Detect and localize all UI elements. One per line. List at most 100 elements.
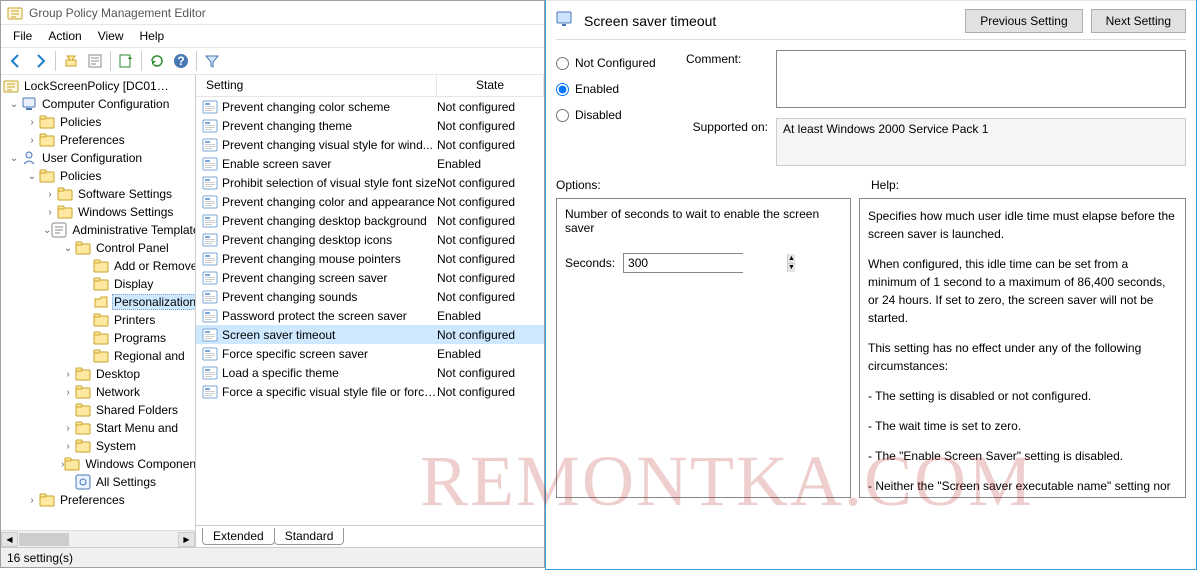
menu-file[interactable]: File [5, 27, 40, 45]
setting-name: Force specific screen saver [222, 347, 437, 361]
expand-icon[interactable]: › [43, 189, 57, 200]
tree-software-settings[interactable]: Software Settings [76, 187, 174, 201]
titlebar[interactable]: Group Policy Management Editor [1, 1, 544, 25]
back-button[interactable] [5, 50, 27, 72]
menu-action[interactable]: Action [40, 27, 89, 45]
list-row[interactable]: Password protect the screen saverEnabled [196, 306, 544, 325]
setting-icon [202, 270, 218, 286]
expand-icon[interactable]: ⌄ [25, 171, 39, 182]
expand-icon[interactable]: ⌄ [43, 225, 51, 236]
list-row[interactable]: Prevent changing color and appearanceNot… [196, 192, 544, 211]
forward-button[interactable] [29, 50, 51, 72]
tree-preferences[interactable]: Preferences [58, 133, 127, 147]
refresh-button[interactable] [146, 50, 168, 72]
scroll-thumb[interactable] [19, 533, 69, 546]
list-row[interactable]: Prevent changing desktop iconsNot config… [196, 230, 544, 249]
tree-regional[interactable]: Regional and [112, 349, 187, 363]
filter-button[interactable] [201, 50, 223, 72]
list-row[interactable]: Prevent changing themeNot configured [196, 116, 544, 135]
scroll-left-icon[interactable]: ◀ [1, 532, 18, 547]
minimize-button[interactable]: — [1104, 0, 1150, 1]
list-body[interactable]: Prevent changing color schemeNot configu… [196, 97, 544, 401]
export-list-button[interactable] [115, 50, 137, 72]
seconds-spinner[interactable]: ▲ ▼ [623, 253, 743, 273]
tree-shared-folders[interactable]: Shared Folders [94, 403, 180, 417]
tree-policies[interactable]: Policies [58, 169, 103, 183]
next-setting-button[interactable]: Next Setting [1091, 9, 1186, 33]
expand-icon[interactable]: ⌄ [7, 99, 21, 110]
list-row[interactable]: Prevent changing soundsNot configured [196, 287, 544, 306]
maximize-button[interactable]: ☐ [1150, 0, 1196, 1]
tree-all-settings[interactable]: All Settings [94, 475, 158, 489]
tree-add-remove[interactable]: Add or Remove [112, 259, 196, 273]
radio-enabled[interactable]: Enabled [556, 76, 686, 102]
menu-help[interactable]: Help [132, 27, 173, 45]
tree-printers[interactable]: Printers [112, 313, 157, 327]
folder-icon [57, 204, 73, 220]
tree-root[interactable]: LockScreenPolicy [DC01… [22, 79, 171, 93]
tree-windows-settings[interactable]: Windows Settings [76, 205, 175, 219]
tree-pane[interactable]: LockScreenPolicy [DC01… ⌄ Computer Confi… [1, 75, 196, 547]
expand-icon[interactable]: › [61, 387, 75, 398]
tab-extended[interactable]: Extended [202, 528, 275, 545]
show-hide-tree-button[interactable] [84, 50, 106, 72]
scroll-right-icon[interactable]: ▶ [178, 532, 195, 547]
list-row[interactable]: Force a specific visual style file or fo… [196, 382, 544, 401]
list-row[interactable]: Prevent changing mouse pointersNot confi… [196, 249, 544, 268]
window-title: Group Policy Management Editor [29, 6, 206, 20]
help-button[interactable] [170, 50, 192, 72]
help-label: Help: [871, 178, 1186, 192]
tree-network[interactable]: Network [94, 385, 142, 399]
expand-icon[interactable]: › [61, 369, 75, 380]
list-row[interactable]: Prevent changing desktop backgroundNot c… [196, 211, 544, 230]
tree-programs[interactable]: Programs [112, 331, 168, 345]
tree-control-panel[interactable]: Control Panel [94, 241, 171, 255]
list-row[interactable]: Prevent changing screen saverNot configu… [196, 268, 544, 287]
expand-icon[interactable]: ⌄ [61, 243, 75, 254]
list-row[interactable]: Load a specific themeNot configured [196, 363, 544, 382]
expand-icon[interactable]: › [25, 117, 39, 128]
list-row[interactable]: Screen saver timeoutNot configured [196, 325, 544, 344]
tree-personalization[interactable]: Personalization [112, 294, 196, 310]
horizontal-scrollbar[interactable]: ◀ ▶ [1, 530, 195, 547]
setting-state: Not configured [437, 100, 544, 114]
tree-policies[interactable]: Policies [58, 115, 103, 129]
supported-box: At least Windows 2000 Service Pack 1 [776, 118, 1186, 166]
column-header-state[interactable]: State [437, 75, 544, 96]
tree-preferences[interactable]: Preferences [58, 493, 127, 507]
list-row[interactable]: Prevent changing visual style for wind..… [196, 135, 544, 154]
expand-icon[interactable]: › [43, 207, 57, 218]
spinner-up-icon[interactable]: ▲ [788, 254, 795, 264]
expand-icon[interactable]: › [25, 135, 39, 146]
expand-icon[interactable]: › [25, 495, 39, 506]
expand-icon[interactable]: ⌄ [7, 153, 21, 164]
previous-setting-button[interactable]: Previous Setting [965, 9, 1082, 33]
comment-label: Comment: [686, 50, 776, 108]
tree-user-config[interactable]: User Configuration [40, 151, 144, 165]
folder-icon [64, 456, 80, 472]
up-level-button[interactable] [60, 50, 82, 72]
tree-system[interactable]: System [94, 439, 138, 453]
tab-standard[interactable]: Standard [274, 528, 345, 545]
tree-display[interactable]: Display [112, 277, 155, 291]
seconds-input[interactable] [624, 254, 787, 272]
column-header-setting[interactable]: Setting [196, 75, 437, 96]
tree-admin-templates[interactable]: Administrative Templates [70, 223, 196, 237]
list-row[interactable]: Enable screen saverEnabled [196, 154, 544, 173]
setting-icon [202, 384, 218, 400]
radio-disabled[interactable]: Disabled [556, 102, 686, 128]
setting-name: Screen saver timeout [222, 328, 437, 342]
tree-desktop[interactable]: Desktop [94, 367, 142, 381]
list-row[interactable]: Prevent changing color schemeNot configu… [196, 97, 544, 116]
tree-start-menu[interactable]: Start Menu and [94, 421, 180, 435]
list-row[interactable]: Force specific screen saverEnabled [196, 344, 544, 363]
menu-view[interactable]: View [90, 27, 132, 45]
spinner-down-icon[interactable]: ▼ [788, 264, 795, 273]
expand-icon[interactable]: › [61, 441, 75, 452]
radio-not-configured[interactable]: Not Configured [556, 50, 686, 76]
comment-input[interactable] [776, 50, 1186, 108]
expand-icon[interactable]: › [61, 423, 75, 434]
tree-computer-config[interactable]: Computer Configuration [40, 97, 171, 111]
list-row[interactable]: Prohibit selection of visual style font … [196, 173, 544, 192]
tree-windows-components[interactable]: Windows Components [83, 457, 196, 471]
